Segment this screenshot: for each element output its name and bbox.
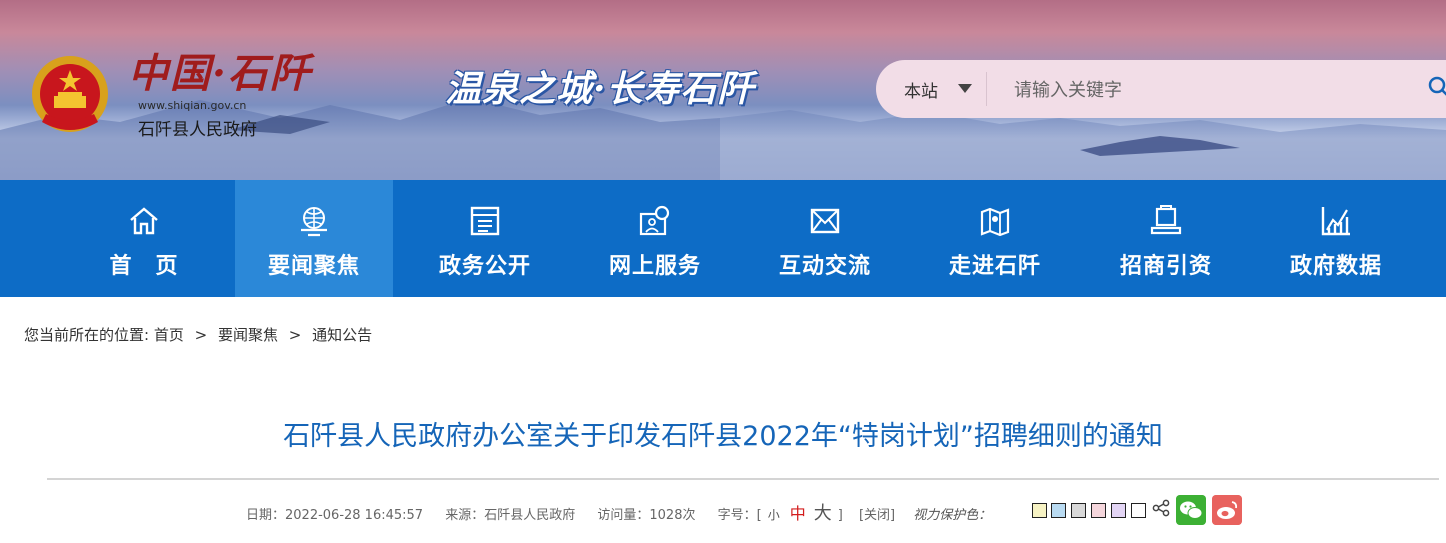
handshake-icon xyxy=(1150,205,1182,235)
wechat-share-icon[interactable] xyxy=(1176,495,1206,525)
map-icon xyxy=(980,207,1010,237)
search-input[interactable] xyxy=(1012,72,1396,108)
color-swatch-white[interactable] xyxy=(1131,503,1146,518)
color-swatch-gray[interactable] xyxy=(1071,503,1086,518)
header-banner: 中国·石阡 www.shiqian.gov.cn 石阡县人民政府 温泉之城·长寿… xyxy=(0,0,1446,180)
publish-date: 日期：2022-06-28 16:45:57 xyxy=(246,508,424,523)
nav-item-gov-data[interactable]: 政府数据 xyxy=(1257,180,1415,297)
breadcrumb-prefix: 您当前所在的位置: xyxy=(24,326,150,344)
site-url: www.shiqian.gov.cn xyxy=(138,99,247,112)
chevron-down-icon[interactable] xyxy=(958,84,972,93)
site-name: 石阡县人民政府 xyxy=(138,120,257,140)
nav-label: 首 页 xyxy=(109,254,179,279)
nav-item-gov-affairs[interactable]: 政务公开 xyxy=(406,180,564,297)
view-count: 访问量：1028次 xyxy=(597,508,696,523)
nav-item-news[interactable]: 要闻聚焦 xyxy=(235,180,393,297)
close-button[interactable]: [关闭] xyxy=(859,508,895,523)
font-size-medium-button[interactable]: 中 xyxy=(790,504,806,523)
breadcrumb: 您当前所在的位置: 首页 > 要闻聚焦 > 通知公告 xyxy=(24,324,372,345)
title-divider xyxy=(47,478,1439,480)
user-service-icon xyxy=(639,205,670,236)
weibo-share-icon[interactable] xyxy=(1212,495,1242,525)
font-size-large-button[interactable]: 大 xyxy=(814,503,832,524)
document-icon xyxy=(470,206,500,236)
search-box: 本站 xyxy=(876,60,1446,118)
color-swatch-blue[interactable] xyxy=(1051,503,1066,518)
nav-label: 网上服务 xyxy=(608,254,701,279)
nav-item-investment[interactable]: 招商引资 xyxy=(1087,180,1245,297)
color-swatch-purple[interactable] xyxy=(1111,503,1126,518)
font-size-small-button[interactable]: 小 xyxy=(768,508,780,522)
font-size-bracket: ] xyxy=(837,508,843,523)
nav-label: 互动交流 xyxy=(778,254,871,279)
search-scope-select[interactable]: 本站 xyxy=(904,77,938,102)
main-nav: 首 页 要闻聚焦 政务公开 网上服务 互动交流 走进石阡 招商引资 政府数据 xyxy=(0,180,1446,297)
breadcrumb-home[interactable]: 首页 xyxy=(154,326,184,344)
globe-monitor-icon xyxy=(301,207,327,237)
share-icon[interactable] xyxy=(1152,499,1170,517)
breadcrumb-notices[interactable]: 通知公告 xyxy=(312,326,372,344)
breadcrumb-separator: > xyxy=(288,326,302,344)
nav-label: 走进石阡 xyxy=(948,254,1041,279)
search-icon[interactable] xyxy=(1428,76,1446,98)
nav-label: 政务公开 xyxy=(438,254,531,279)
nav-label: 政府数据 xyxy=(1289,254,1382,279)
color-swatch-pink[interactable] xyxy=(1091,503,1106,518)
nav-item-about-shiqian[interactable]: 走进石阡 xyxy=(916,180,1074,297)
mail-icon xyxy=(810,208,840,234)
national-emblem-icon xyxy=(32,56,108,132)
chart-icon xyxy=(1321,207,1350,236)
nav-item-online-service[interactable]: 网上服务 xyxy=(576,180,734,297)
nav-item-interaction[interactable]: 互动交流 xyxy=(746,180,904,297)
color-swatch-yellow[interactable] xyxy=(1032,503,1047,518)
breadcrumb-news[interactable]: 要闻聚焦 xyxy=(218,326,278,344)
search-divider xyxy=(986,72,987,106)
banner-slogan: 温泉之城·长寿石阡 xyxy=(445,68,755,110)
vision-protection-label: 视力保护色： xyxy=(913,508,992,523)
site-title-logo: 中国·石阡 xyxy=(128,50,312,97)
nav-item-home[interactable]: 首 页 xyxy=(65,180,223,297)
breadcrumb-separator: > xyxy=(194,326,208,344)
article-meta: 日期：2022-06-28 16:45:57 来源：石阡县人民政府 访问量：10… xyxy=(246,499,991,525)
home-icon xyxy=(130,207,158,235)
nav-label: 招商引资 xyxy=(1119,254,1212,279)
article-title: 石阡县人民政府办公室关于印发石阡县2022年“特岗计划”招聘细则的通知 xyxy=(283,421,1163,452)
font-size-label: 字号：[ xyxy=(717,508,762,523)
nav-label: 要闻聚焦 xyxy=(267,254,360,279)
article-source: 来源：石阡县人民政府 xyxy=(445,508,576,523)
